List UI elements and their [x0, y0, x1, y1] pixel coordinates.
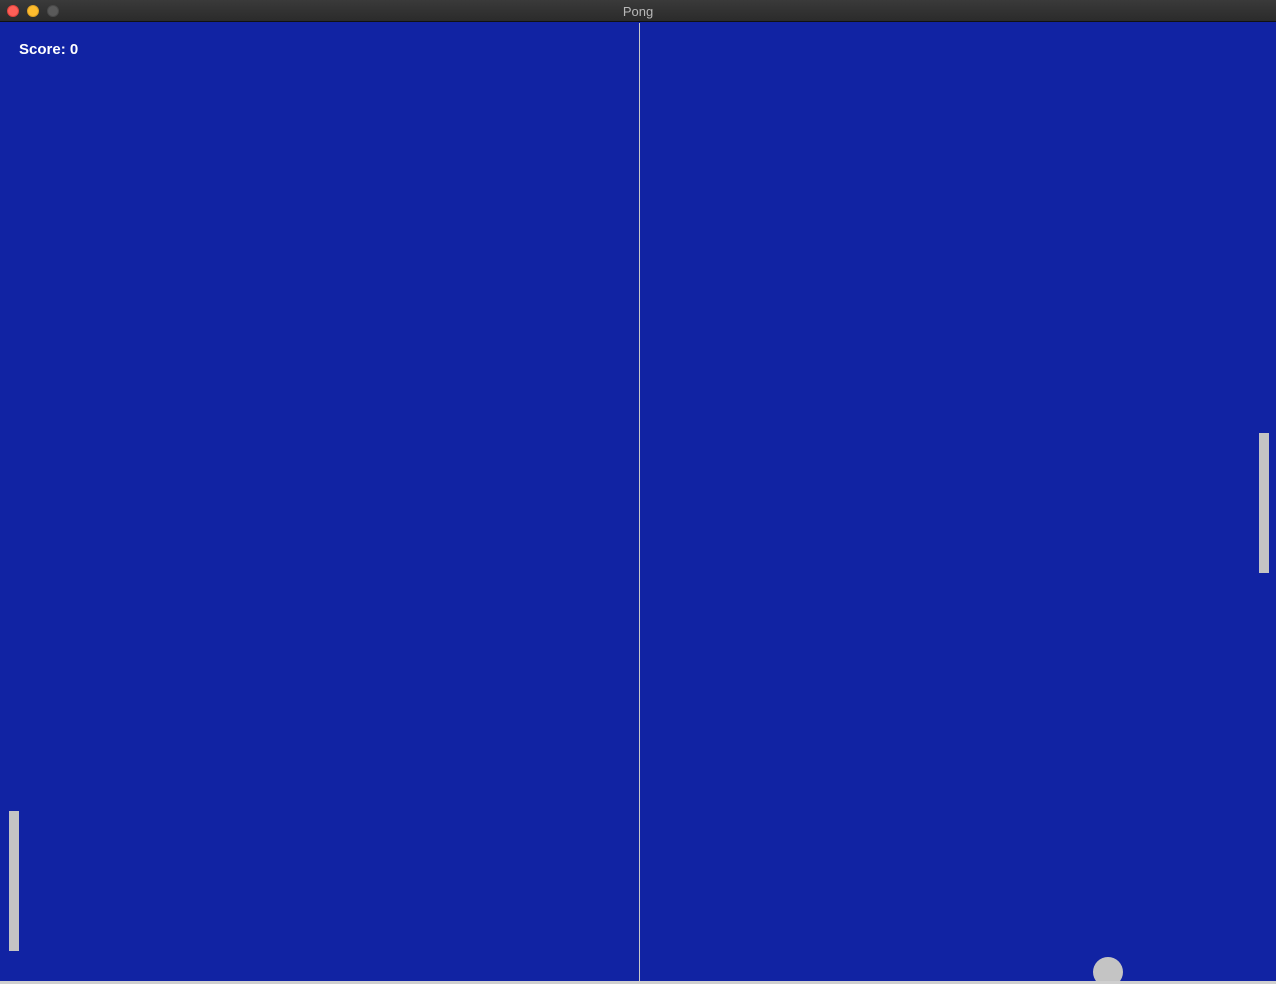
- ball: [1093, 957, 1123, 984]
- score-label: Score: 0: [19, 41, 79, 58]
- window-title: Pong: [622, 4, 654, 19]
- center-line: [639, 23, 640, 984]
- pong-window: Pong Score: 0: [0, 0, 1276, 984]
- title-bar[interactable]: Pong: [0, 0, 1276, 22]
- game-field[interactable]: Score: 0: [0, 23, 1276, 984]
- right-paddle: [1259, 433, 1269, 573]
- left-paddle[interactable]: [9, 811, 19, 951]
